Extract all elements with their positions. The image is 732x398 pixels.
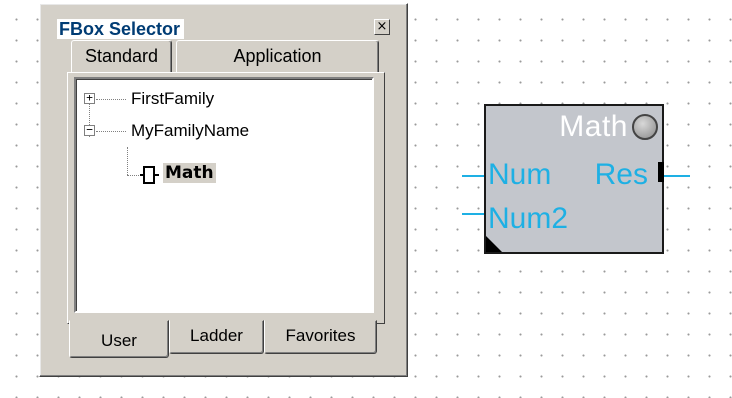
corner-marker-icon bbox=[486, 236, 502, 252]
window-titlebar[interactable]: FBox Selector × bbox=[51, 16, 398, 42]
tab-favorites[interactable]: Favorites bbox=[264, 320, 377, 354]
status-led-icon bbox=[632, 114, 658, 140]
tab-favorites-label: Favorites bbox=[285, 326, 356, 345]
close-icon: × bbox=[376, 19, 388, 34]
fbox-tree[interactable]: + FirstFamily − MyFamilyName Math bbox=[74, 77, 374, 313]
fbox-title: Math bbox=[559, 110, 628, 143]
tree-connector bbox=[127, 147, 128, 175]
tab-panel: + FirstFamily − MyFamilyName Math bbox=[67, 72, 385, 324]
tree-item-label: FirstFamily bbox=[131, 89, 215, 108]
tab-user[interactable]: User bbox=[69, 320, 169, 358]
output-wire-res[interactable] bbox=[664, 175, 690, 177]
tree-connector bbox=[96, 131, 126, 132]
fbox-block-icon bbox=[140, 166, 159, 184]
tree-item-myfamilyname[interactable]: MyFamilyName bbox=[131, 121, 249, 141]
tree-item-label: MyFamilyName bbox=[131, 121, 250, 140]
output-connector-marker bbox=[658, 162, 664, 182]
tab-user-label: User bbox=[101, 331, 137, 350]
tree-item-math[interactable]: Math bbox=[163, 163, 216, 183]
tree-connector bbox=[96, 99, 126, 100]
tree-connector bbox=[127, 175, 141, 176]
input-port-num[interactable]: Num bbox=[488, 158, 551, 192]
tree-item-label: Math bbox=[165, 163, 214, 183]
tab-ladder[interactable]: Ladder bbox=[169, 320, 264, 354]
plus-box-icon[interactable]: + bbox=[84, 92, 95, 104]
math-fbox[interactable]: Math Num Num2 Res bbox=[484, 104, 664, 254]
fbox-selector-window: FBox Selector × Standard Application + F… bbox=[39, 3, 408, 377]
output-port-res[interactable]: Res bbox=[595, 158, 648, 192]
close-button[interactable]: × bbox=[374, 19, 390, 35]
tab-application-label: Application bbox=[233, 46, 322, 66]
tab-application[interactable]: Application bbox=[176, 40, 379, 74]
input-port-num2[interactable]: Num2 bbox=[488, 202, 568, 236]
window-title: FBox Selector bbox=[57, 19, 185, 39]
tab-standard[interactable]: Standard bbox=[71, 40, 172, 74]
tab-ladder-label: Ladder bbox=[190, 326, 243, 345]
tree-item-firstfamily[interactable]: FirstFamily bbox=[131, 89, 214, 109]
tab-standard-label: Standard bbox=[84, 46, 159, 66]
minus-box-icon[interactable]: − bbox=[84, 124, 95, 136]
